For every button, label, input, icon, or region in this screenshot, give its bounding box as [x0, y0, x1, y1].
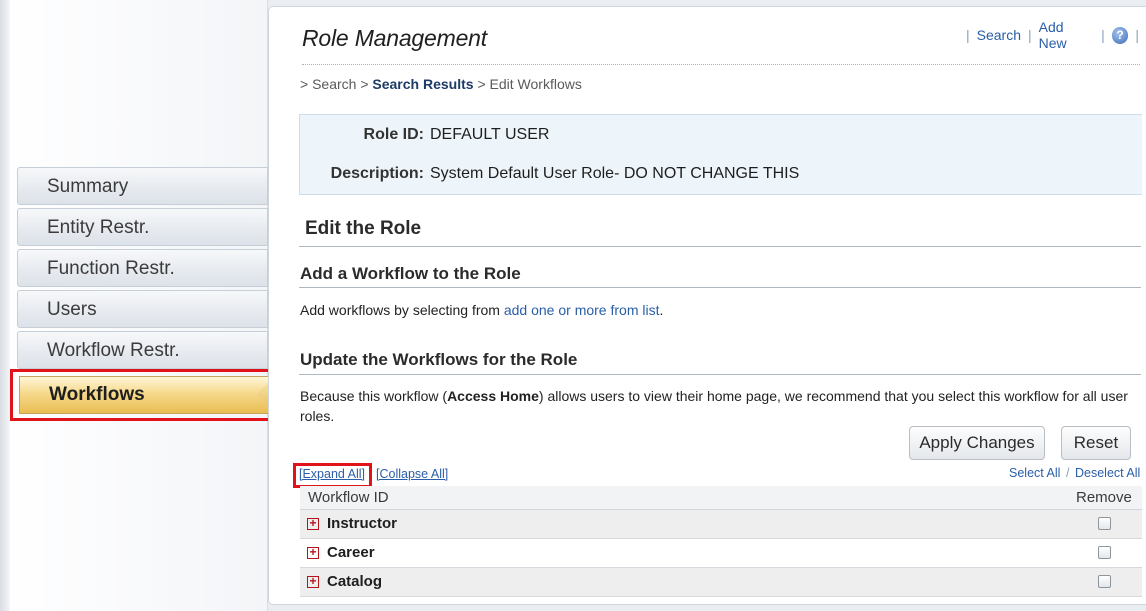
nav-item-function-restr[interactable]: Function Restr. — [17, 249, 268, 287]
divider — [299, 287, 1141, 288]
expand-plus-icon[interactable]: + — [307, 546, 319, 559]
add-workflow-heading: Add a Workflow to the Role — [300, 264, 521, 283]
divider — [299, 374, 1141, 375]
note-workflow-name: Access Home — [447, 388, 539, 404]
nav-item-summary[interactable]: Summary — [17, 167, 268, 205]
nav-item-label: Entity Restr. — [47, 217, 150, 238]
note-text: Because this workflow ( — [300, 388, 448, 404]
select-all-link[interactable]: Select All — [1009, 466, 1060, 480]
edit-role-heading: Edit the Role — [305, 218, 422, 239]
update-workflows-heading: Update the Workflows for the Role — [300, 350, 578, 369]
nav-item-label: Users — [47, 299, 97, 320]
add-new-link[interactable]: Add New — [1039, 19, 1094, 51]
nav-item-users[interactable]: Users — [17, 290, 268, 328]
nav-item-label: Workflow Restr. — [47, 340, 180, 361]
remove-checkbox[interactable] — [1098, 546, 1111, 559]
description-row: Description: System Default User Role- DO… — [300, 165, 800, 183]
role-id-value: DEFAULT USER — [430, 126, 550, 143]
expand-plus-icon[interactable]: + — [307, 575, 319, 588]
column-header-remove: Remove — [1076, 489, 1132, 506]
help-icon[interactable]: ? — [1111, 26, 1129, 44]
nav-item-label: Function Restr. — [47, 258, 175, 279]
description-value: System Default User Role- DO NOT CHANGE … — [430, 165, 800, 182]
remove-checkbox[interactable] — [1098, 517, 1111, 530]
breadcrumb-search[interactable]: > Search > — [300, 76, 369, 92]
reset-button[interactable]: Reset — [1061, 426, 1131, 460]
top-links: | Search | Add New | ? | — [966, 19, 1139, 51]
workflow-name: Career — [327, 544, 375, 561]
divider — [302, 64, 1140, 65]
link-separator: / — [1066, 466, 1070, 480]
workflow-table-header: Workflow ID Remove — [300, 486, 1142, 510]
add-text-end: . — [659, 302, 664, 318]
remove-checkbox[interactable] — [1098, 575, 1111, 588]
highlight-box-workflows: Workflows — [10, 369, 295, 421]
nav-item-entity-restr[interactable]: Entity Restr. — [17, 208, 268, 246]
breadcrumb: > Search > Search Results > Edit Workflo… — [300, 76, 582, 92]
side-nav: Summary Entity Restr. Function Restr. Us… — [17, 167, 268, 372]
divider — [299, 246, 1141, 247]
breadcrumb-current: > Edit Workflows — [477, 76, 582, 92]
table-row: + Catalog — [300, 568, 1142, 597]
workflow-name: Instructor — [327, 515, 398, 532]
expand-plus-icon[interactable]: + — [307, 517, 319, 530]
collapse-all-link[interactable]: [Collapse All] — [376, 467, 448, 481]
nav-item-label: Summary — [47, 176, 129, 197]
recommendation-note: Because this workflow (Access Home) allo… — [300, 386, 1135, 426]
workflow-name: Catalog — [327, 573, 383, 590]
add-workflow-text: Add workflows by selecting from add one … — [300, 300, 663, 320]
add-text: Add workflows by selecting from — [300, 302, 500, 318]
role-info-box: Role ID: DEFAULT USER Description: System … — [299, 114, 1142, 195]
nav-item-workflow-restr[interactable]: Workflow Restr. — [17, 331, 268, 369]
deselect-all-link[interactable]: Deselect All — [1075, 466, 1140, 480]
breadcrumb-results[interactable]: Search Results — [372, 76, 473, 92]
expand-all-link[interactable]: [Expand All] — [299, 467, 365, 481]
nav-item-workflows[interactable]: Workflows — [19, 375, 295, 414]
table-row: + Instructor — [300, 510, 1142, 539]
left-edge — [0, 0, 10, 611]
table-row: + Career — [300, 539, 1142, 568]
role-id-row: Role ID: DEFAULT USER — [300, 126, 550, 144]
role-id-label: Role ID: — [363, 126, 424, 143]
add-from-list-link[interactable]: add one or more from list — [504, 302, 660, 318]
page-title: Role Management — [302, 25, 487, 51]
column-header-workflow-id: Workflow ID — [308, 489, 389, 506]
apply-changes-button[interactable]: Apply Changes — [909, 426, 1045, 460]
description-label: Description: — [330, 165, 424, 182]
nav-item-label: Workflows — [49, 384, 145, 405]
search-link[interactable]: Search — [977, 27, 1021, 43]
